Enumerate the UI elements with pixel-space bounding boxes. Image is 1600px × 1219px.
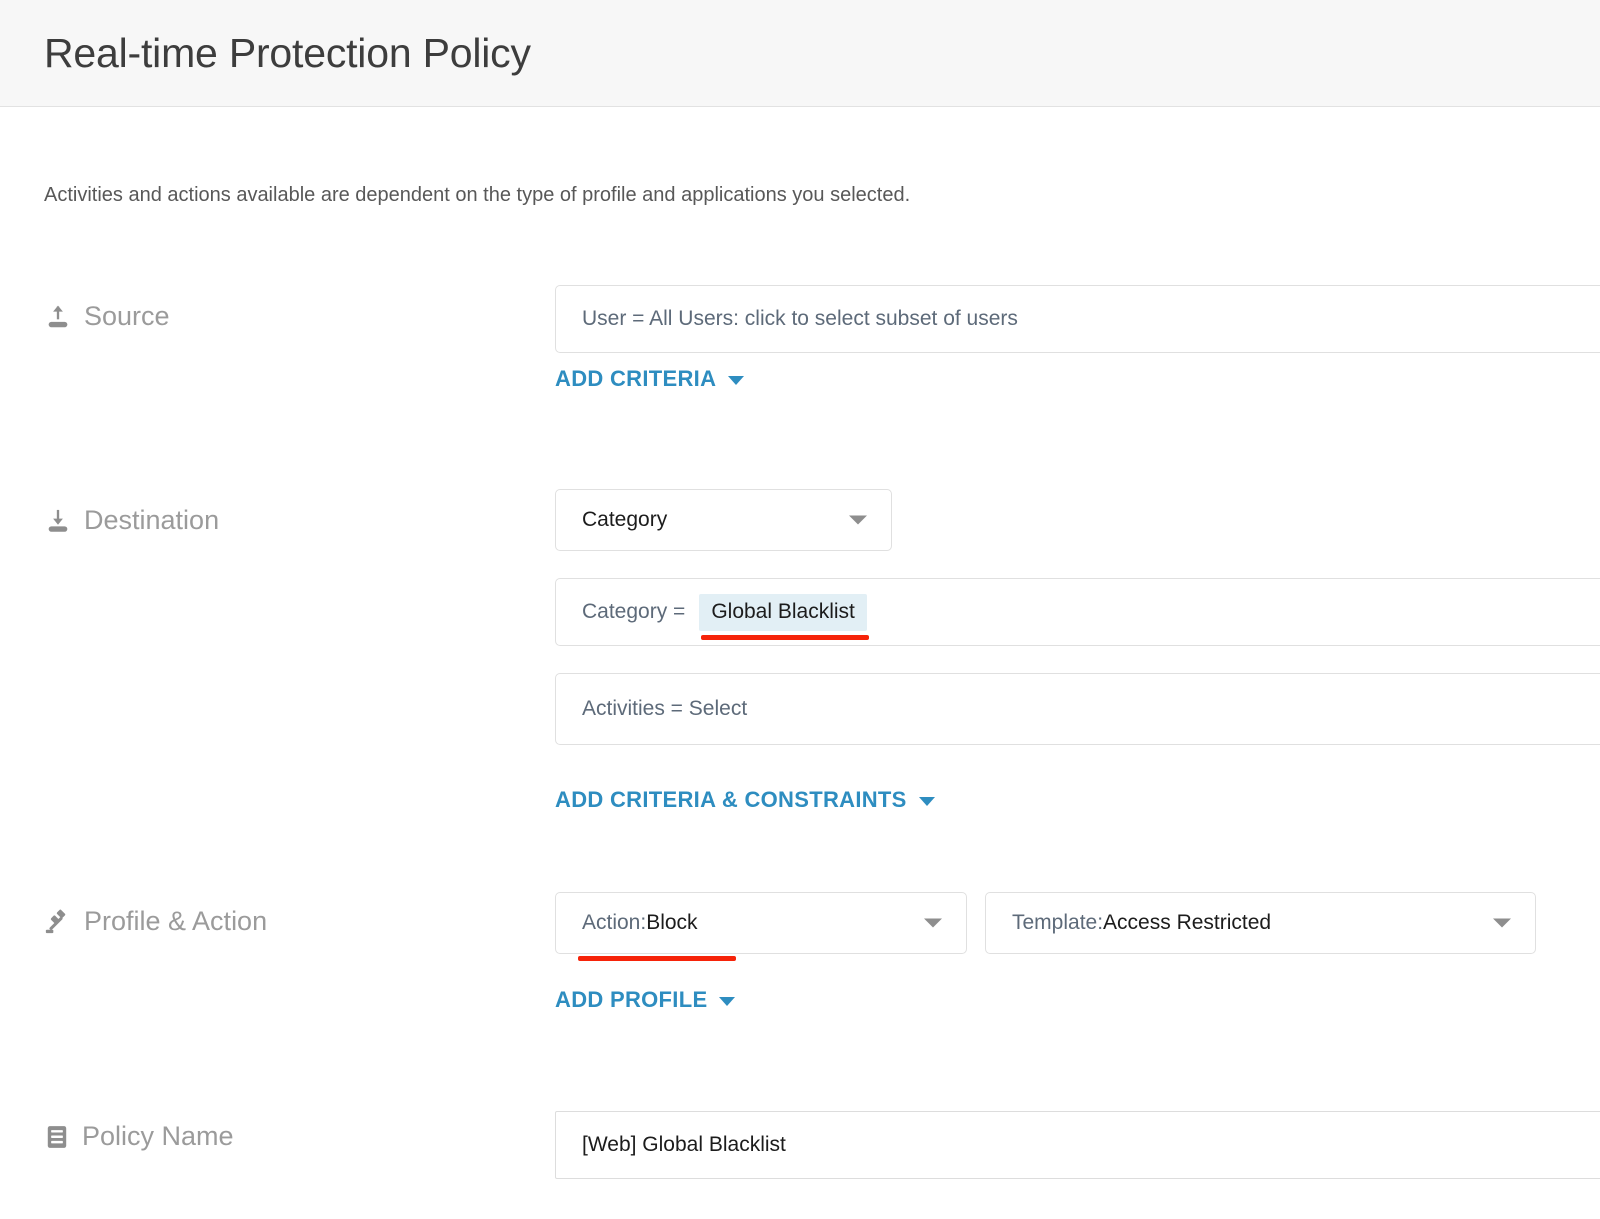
chevron-down-icon <box>728 376 745 385</box>
template-prefix: Template: <box>1012 911 1104 934</box>
policy-name-input[interactable]: [Web] Global Blacklist <box>555 1111 1600 1179</box>
profile-action-label-group: Profile & Action <box>44 906 267 937</box>
source-user-value: User = All Users: click to select subset… <box>582 307 1018 330</box>
page-title: Real-time Protection Policy <box>44 30 531 76</box>
policy-name-value: [Web] Global Blacklist <box>582 1133 786 1156</box>
chevron-down-icon <box>849 515 867 525</box>
destination-criteria-chip[interactable]: Global Blacklist <box>699 593 869 640</box>
chevron-down-icon <box>719 997 736 1006</box>
destination-activities-field[interactable]: Activities = Select <box>555 673 1600 745</box>
profile-action-section: Profile & Action Action: Block Template:… <box>0 892 1600 1032</box>
annotation-underline-category <box>701 634 869 640</box>
add-profile-link[interactable]: ADD PROFILE <box>555 987 736 1013</box>
source-label: Source <box>84 301 170 331</box>
add-criteria-source-label: ADD CRITERIA <box>555 366 717 391</box>
destination-section: Destination Category Category = Global B… <box>0 489 1600 819</box>
gavel-icon <box>44 908 72 936</box>
destination-field-col: Category Category = Global Blacklist Act… <box>555 489 1600 745</box>
chevron-down-icon <box>918 797 935 806</box>
template-dropdown[interactable]: Template: Access Restricted <box>985 892 1536 954</box>
policy-name-section: Policy Name [Web] Global Blacklist <box>0 1107 1600 1219</box>
add-criteria-constraints-label: ADD CRITERIA & CONSTRAINTS <box>555 787 907 812</box>
action-dropdown[interactable]: Action: Block <box>555 892 967 961</box>
policy-name-label: Policy Name <box>82 1121 234 1151</box>
policy-editor-page: Real-time Protection Policy Activities a… <box>0 0 1600 1219</box>
add-profile-label: ADD PROFILE <box>555 987 708 1012</box>
add-criteria-source-link[interactable]: ADD CRITERIA <box>555 366 745 392</box>
profile-action-label: Profile & Action <box>84 906 268 936</box>
document-list-icon <box>44 1124 70 1150</box>
destination-type-dropdown[interactable]: Category <box>555 489 892 551</box>
profile-action-field-col: Action: Block Template: Access Restricte… <box>555 892 1536 961</box>
destination-criteria-field[interactable]: Category = Global Blacklist <box>555 578 1600 646</box>
upload-icon <box>44 303 72 331</box>
destination-type-value: Category <box>582 508 668 531</box>
source-label-group: Source <box>44 301 170 332</box>
chevron-down-icon <box>1493 918 1511 928</box>
download-icon <box>44 507 72 535</box>
add-criteria-constraints-link[interactable]: ADD CRITERIA & CONSTRAINTS <box>555 787 935 813</box>
destination-criteria-label: Category = <box>582 600 686 623</box>
policy-name-label-group: Policy Name <box>44 1121 234 1152</box>
source-field-col: User = All Users: click to select subset… <box>555 285 1600 353</box>
destination-criteria-value: Global Blacklist <box>711 599 855 623</box>
source-user-field[interactable]: User = All Users: click to select subset… <box>555 285 1600 353</box>
action-prefix: Action: <box>582 911 647 934</box>
page-header: Real-time Protection Policy <box>0 0 1600 107</box>
intro-description: Activities and actions available are dep… <box>44 184 911 206</box>
destination-label: Destination <box>84 505 220 535</box>
chevron-down-icon <box>924 918 942 928</box>
source-section: Source User = All Users: click to select… <box>0 285 1600 435</box>
action-value: Block <box>646 911 698 934</box>
template-value: Access Restricted <box>1103 911 1272 934</box>
destination-activities-value: Activities = Select <box>582 697 748 720</box>
annotation-underline-action <box>578 956 736 961</box>
destination-label-group: Destination <box>44 505 219 536</box>
page-body: Activities and actions available are dep… <box>0 107 1600 1219</box>
